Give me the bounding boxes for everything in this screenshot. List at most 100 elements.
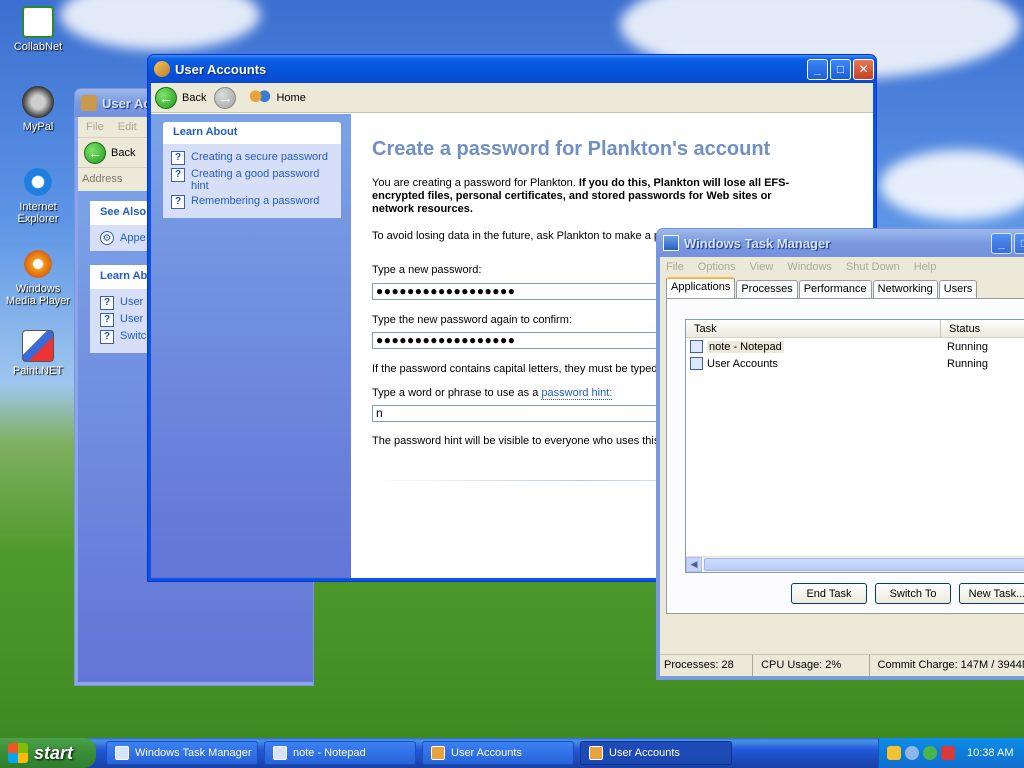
new-task-button[interactable]: New Task... — [959, 583, 1024, 604]
learn-about-item-label: Creating a good password hint — [191, 168, 320, 192]
task-manager-window[interactable]: Windows Task Manager _ □ File Options Vi… — [656, 228, 1024, 680]
start-label: start — [34, 742, 74, 763]
horizontal-scrollbar[interactable]: ◀ — [686, 556, 1024, 572]
desktop-icon-windows-media-player[interactable]: Windows Media Player — [0, 248, 76, 307]
alert-icon[interactable] — [941, 746, 955, 760]
users-home-icon — [249, 88, 272, 107]
help-icon: ? — [100, 330, 114, 344]
learn-about-item-secure-password[interactable]: ? Creating a secure password — [171, 151, 333, 165]
menu-options[interactable]: Options — [698, 261, 736, 273]
desktop-icon-label: Internet Explorer — [17, 201, 59, 225]
network-icon[interactable] — [905, 746, 919, 760]
scroll-thumb[interactable] — [704, 558, 1024, 571]
user-accounts-titlebar[interactable]: User Accounts _ □ ✕ — [148, 55, 876, 83]
desktop-icon-paint-net[interactable]: Paint.NET — [0, 330, 76, 377]
learn-about-item-label: Remembering a password — [191, 195, 320, 207]
menu-help[interactable]: Help — [914, 261, 937, 273]
desktop-icon-label: Paint.NET — [12, 365, 64, 377]
desktop-icon-label: Windows Media Player — [5, 283, 71, 307]
tab-users[interactable]: Users — [938, 280, 978, 298]
taskbar-button-label: User Accounts — [451, 747, 522, 759]
back-button[interactable]: ← Back — [155, 86, 206, 109]
scroll-left-icon[interactable]: ◀ — [686, 557, 702, 572]
home-button[interactable]: Home — [249, 88, 306, 107]
task-row-user-accounts[interactable]: User Accounts Running — [686, 355, 1024, 372]
tab-performance[interactable]: Performance — [798, 280, 872, 298]
window-title: User Accounts — [175, 61, 267, 77]
cloud — [880, 150, 1024, 220]
task-name: User Accounts — [707, 357, 778, 370]
task-list-header: Task Status — [686, 320, 1024, 338]
minimize-button[interactable]: _ — [991, 232, 1012, 254]
desktop-icon-label: CollabNet — [13, 41, 63, 53]
learn-about-item-good-hint[interactable]: ? Creating a good password hint — [171, 168, 333, 192]
status-commit-charge: Commit Charge: 147M / 3944M — [877, 659, 1024, 671]
applications-panel: Task Status note - Notepad Running User … — [666, 298, 1024, 614]
taskbar-button-label: note - Notepad — [293, 747, 366, 759]
task-row-notepad[interactable]: note - Notepad Running — [686, 338, 1024, 355]
tab-applications[interactable]: Applications — [666, 277, 736, 298]
tab-processes[interactable]: Processes — [736, 280, 798, 298]
status-cpu-usage: CPU Usage: 2% — [753, 655, 870, 676]
task-status: Running — [947, 357, 988, 370]
learn-about-item-label: Switc — [120, 330, 147, 342]
learn-about-item-label: Creating a secure password — [191, 151, 328, 163]
task-manager-icon — [115, 746, 129, 760]
status-processes: Processes: 28 — [660, 655, 754, 676]
page-title: Create a password for Plankton's account — [372, 138, 771, 160]
antivirus-icon[interactable] — [923, 746, 937, 760]
taskbar-button-task-manager[interactable]: Windows Task Manager — [106, 741, 258, 765]
notepad-icon — [690, 340, 703, 353]
taskbar-button-label: Windows Task Manager — [135, 747, 252, 759]
task-manager-icon — [663, 235, 679, 251]
forward-arrow-icon: → — [214, 86, 237, 109]
intro-text: You are creating a password for Plankton… — [372, 177, 576, 189]
system-tray: 10:38 AM — [878, 738, 1024, 768]
menu-file[interactable]: File — [666, 261, 684, 273]
back-arrow-icon: ← — [155, 86, 177, 109]
learn-about-item-remembering-password[interactable]: ? Remembering a password — [171, 195, 333, 209]
close-button[interactable]: ✕ — [853, 58, 874, 80]
learn-about-box: Learn About ? Creating a secure password… — [163, 122, 341, 218]
task-list[interactable]: Task Status note - Notepad Running User … — [685, 319, 1024, 573]
taskbar-button-user-accounts-1[interactable]: User Accounts — [422, 741, 574, 765]
taskbar: start Windows Task Manager note - Notepa… — [0, 738, 1024, 768]
menu-file[interactable]: File — [86, 121, 104, 133]
certificate-icon — [22, 6, 54, 38]
maximize-button[interactable]: □ — [1014, 232, 1024, 254]
raccoon-icon — [22, 86, 54, 118]
minimize-button[interactable]: _ — [807, 58, 828, 80]
start-button[interactable]: start — [0, 738, 96, 768]
column-header-task[interactable]: Task — [686, 320, 941, 337]
task-status: Running — [947, 340, 988, 353]
end-task-button[interactable]: End Task — [791, 583, 867, 604]
menu-edit[interactable]: Edit — [118, 121, 137, 133]
switch-to-button[interactable]: Switch To — [875, 583, 951, 604]
help-icon: ? — [171, 151, 185, 165]
back-button-label[interactable]: Back — [111, 147, 135, 159]
taskbar-button-notepad[interactable]: note - Notepad — [264, 741, 416, 765]
task-manager-titlebar[interactable]: Windows Task Manager _ □ — [657, 229, 1024, 257]
desktop-icon-mypal[interactable]: MyPal — [0, 86, 76, 133]
help-icon: ? — [171, 168, 185, 182]
tab-networking[interactable]: Networking — [872, 280, 938, 298]
menu-shut-down[interactable]: Shut Down — [846, 261, 900, 273]
desktop-icon-collabnet[interactable]: CollabNet — [0, 6, 76, 53]
column-header-status[interactable]: Status — [941, 320, 1024, 337]
intro-paragraph: You are creating a password for Plankton… — [372, 177, 812, 216]
menu-windows[interactable]: Windows — [787, 261, 832, 273]
menu-view[interactable]: View — [750, 261, 774, 273]
security-shield-icon[interactable] — [887, 746, 901, 760]
cloud — [60, 0, 260, 50]
back-arrow-icon[interactable]: ← — [84, 141, 106, 164]
user-accounts-icon — [431, 746, 445, 760]
clock[interactable]: 10:38 AM — [967, 747, 1013, 759]
user-accounts-icon — [589, 746, 603, 760]
desktop-icon-internet-explorer[interactable]: Internet Explorer — [0, 166, 76, 225]
help-icon: ? — [100, 296, 114, 310]
password-hint-link[interactable]: password hint: — [541, 387, 613, 400]
maximize-button[interactable]: □ — [830, 58, 851, 80]
taskbar-button-label: User Accounts — [609, 747, 680, 759]
help-icon: ? — [171, 195, 185, 209]
taskbar-button-user-accounts-2[interactable]: User Accounts — [580, 741, 732, 765]
